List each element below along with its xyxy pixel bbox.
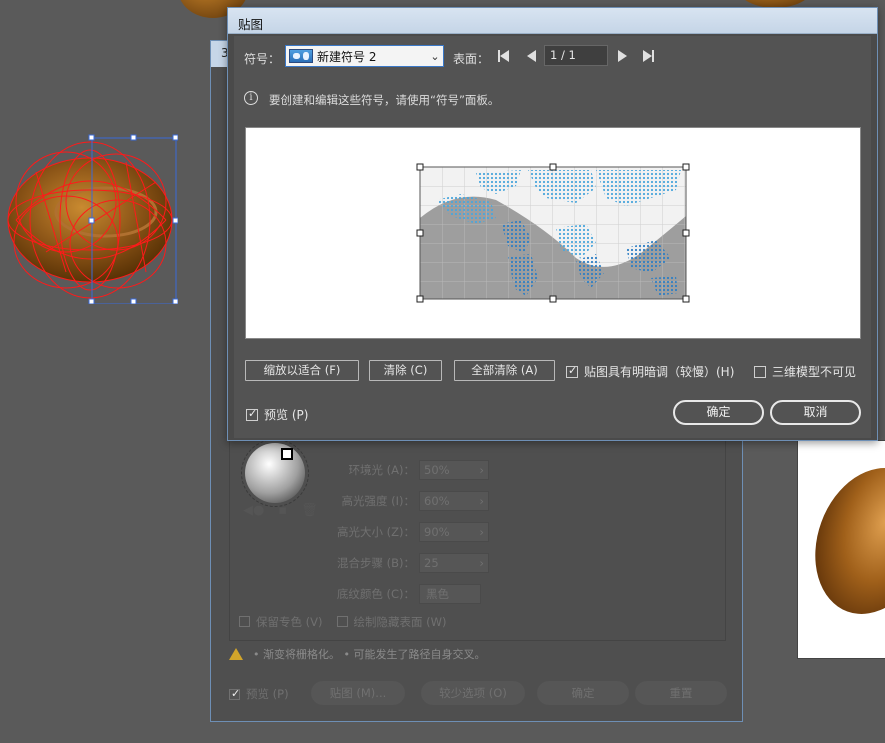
warning-row: • 渐变将栅格化。 • 可能发生了路径自身交叉。 — [229, 646, 485, 662]
preview-label: 预览 (P) — [264, 408, 309, 422]
ambient-light-row: 环境光 (A)： 50% — [311, 460, 489, 480]
highlight-intensity-field[interactable]: 60% — [419, 491, 489, 511]
clear-all-button[interactable]: 全部清除 (A) — [454, 360, 555, 381]
blend-steps-label: 混合步骤 (B)： — [336, 556, 415, 570]
warning-text: • 渐变将栅格化。 • 可能发生了路径自身交叉。 — [253, 648, 486, 661]
dialog-title: 贴图 — [238, 17, 264, 32]
shade-color-label: 底纹颜色 (C)： — [336, 587, 415, 601]
warning-icon — [229, 648, 243, 660]
scale-to-fit-button[interactable]: 缩放以适合 (F) — [245, 360, 359, 381]
light-source-handle[interactable] — [281, 448, 293, 460]
light-sphere[interactable] — [245, 443, 305, 503]
surface-page-field[interactable]: 1 / 1 — [544, 45, 608, 66]
dialog-body: 符号： 新建符号 2 ⌄ 表面： 1 / 1 i 要创建和编辑这些符号，请使用“… — [234, 36, 871, 438]
ambient-light-label: 环境光 (A)： — [348, 463, 416, 477]
symbol-select[interactable]: 新建符号 2 ⌄ — [285, 45, 444, 67]
ambient-light-field[interactable]: 50% — [419, 460, 489, 480]
preserve-spot-checkbox[interactable]: 保留专色 (V) — [239, 614, 323, 630]
bg-options-checks: 保留专色 (V) 绘制隐藏表面 (W) — [239, 614, 447, 630]
cancel-button[interactable]: 取消 — [770, 400, 861, 425]
info-text: 要创建和编辑这些符号，请使用“符号”面板。 — [269, 93, 500, 107]
fewer-options-button[interactable]: 较少选项 (O) — [421, 681, 525, 705]
wooden-bowl-artwork — [798, 451, 885, 631]
shade-color-row: 底纹颜色 (C)： 黑色 — [311, 584, 481, 604]
highlight-size-field[interactable]: 90% — [419, 522, 489, 542]
artboard-preview-right — [797, 440, 885, 659]
move-light-back-icon[interactable]: ◀● — [243, 503, 264, 518]
map-art-button[interactable]: 贴图 (M)... — [311, 681, 405, 705]
world-map-symbol-icon — [289, 49, 313, 63]
shade-artwork-label: 贴图具有明暗调（较慢）(H) — [584, 365, 735, 379]
highlight-size-row: 高光大小 (Z)： 90% — [311, 522, 489, 542]
new-light-icon[interactable]: ▪ — [278, 503, 287, 518]
next-surface-icon — [617, 50, 627, 62]
shade-artwork-checkbox[interactable]: 贴图具有明暗调（较慢）(H) — [566, 363, 734, 380]
shade-color-select[interactable]: 黑色 — [419, 584, 481, 604]
draw-hidden-label: 绘制隐藏表面 (W) — [353, 615, 447, 629]
canvas-edge — [878, 0, 885, 440]
bg-preview-checkbox[interactable]: 预览 (P) — [229, 686, 289, 702]
chevron-down-icon: ⌄ — [430, 49, 440, 63]
map-art-dialog: 贴图 符号： 新建符号 2 ⌄ 表面： 1 / 1 i 要创建和编辑这些符号，请… — [227, 7, 878, 441]
last-bar-icon — [651, 50, 654, 62]
blend-steps-field[interactable]: 25 — [419, 553, 489, 573]
surface-label: 表面： — [453, 52, 490, 66]
draw-hidden-checkbox[interactable]: 绘制隐藏表面 (W) — [336, 614, 447, 630]
light-tools: ◀● ▪ 🗑 — [243, 503, 318, 518]
previous-surface-button[interactable] — [524, 49, 538, 63]
highlight-intensity-label: 高光强度 (I)： — [341, 494, 415, 508]
surface-preview[interactable] — [245, 127, 861, 339]
ok-button[interactable]: 确定 — [673, 400, 764, 425]
info-icon: i — [244, 91, 258, 105]
symbol-label: 符号： — [244, 52, 281, 66]
highlight-size-label: 高光大小 (Z)： — [336, 525, 415, 539]
blend-steps-row: 混合步骤 (B)： 25 — [311, 553, 489, 573]
next-surface-button[interactable] — [615, 49, 629, 63]
previous-surface-icon — [526, 50, 536, 62]
first-surface-icon — [499, 50, 509, 62]
last-surface-button[interactable] — [641, 49, 655, 63]
bg-ok-button[interactable]: 确定 — [537, 681, 629, 705]
invisible-geometry-checkbox[interactable]: 三维模型不可见 — [754, 363, 856, 380]
reset-button[interactable]: 重置 — [635, 681, 727, 705]
preview-box — [246, 407, 258, 421]
symbol-value: 新建符号 2 — [317, 49, 377, 64]
last-surface-icon — [642, 50, 652, 62]
invisible-geometry-box — [754, 365, 766, 378]
dialog-titlebar[interactable]: 贴图 — [228, 8, 877, 34]
preview-checkbox[interactable]: 预览 (P) — [246, 406, 308, 423]
bg-preview-label: 预览 (P) — [246, 687, 289, 701]
bg-dialog-footer: 预览 (P) 贴图 (M)... 较少选项 (O) 确定 重置 — [229, 681, 729, 705]
invisible-geometry-label: 三维模型不可见 — [772, 365, 857, 379]
preserve-spot-label: 保留专色 (V) — [256, 615, 323, 629]
selected-3d-sphere-artwork[interactable] — [6, 132, 178, 304]
first-surface-button[interactable] — [496, 49, 510, 63]
surface-map-preview[interactable] — [246, 128, 861, 339]
clear-button[interactable]: 清除 (C) — [369, 360, 442, 381]
highlight-intensity-row: 高光强度 (I)： 60% — [311, 491, 489, 511]
shade-artwork-box — [566, 364, 578, 378]
